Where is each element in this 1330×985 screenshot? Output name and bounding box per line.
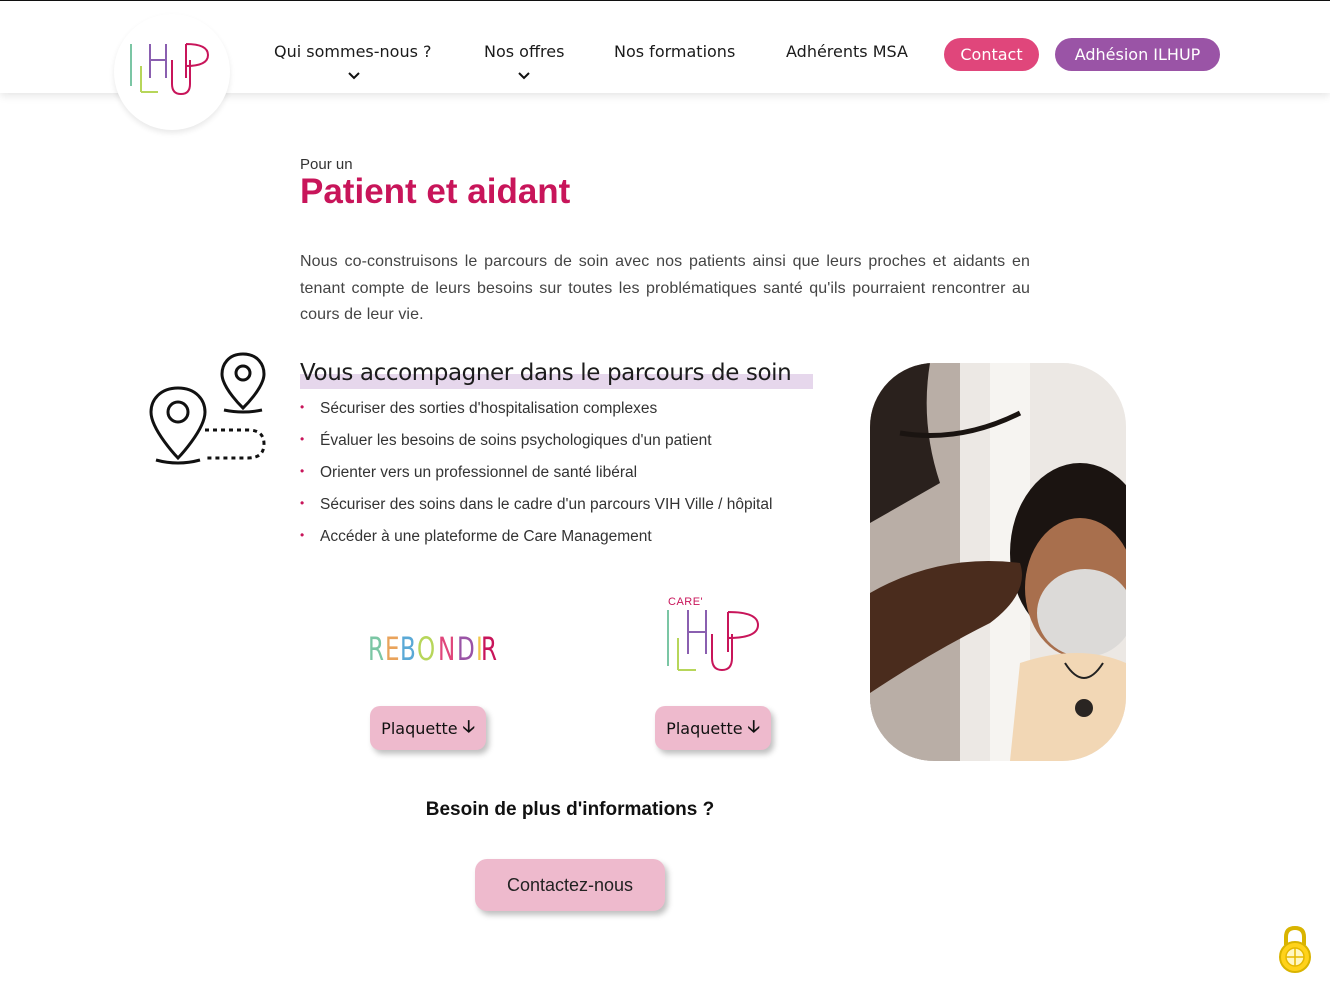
rebondir-brochure-button[interactable]: Plaquette 🡣 <box>370 706 486 750</box>
arrow-down-icon: 🡣 <box>462 716 475 737</box>
brochure-label: Plaquette <box>666 718 743 738</box>
section-heading: Vous accompagner dans le parcours de soi… <box>300 360 813 389</box>
nav-item-nos-offres[interactable]: Nos offres <box>484 42 564 61</box>
list-item: Sécuriser des soins dans le cadre d'un p… <box>300 496 772 528</box>
more-info-heading: Besoin de plus d'informations ? <box>425 799 715 820</box>
nav-item-qui-sommes-nous[interactable]: Qui sommes-nous ? <box>274 42 432 61</box>
rebondir-logo: REBONDIR <box>368 630 498 668</box>
chevron-down-icon[interactable] <box>518 72 530 80</box>
arrow-down-icon: 🡣 <box>747 716 760 737</box>
photo-illustration <box>870 363 1126 761</box>
contact-button[interactable]: Contact <box>944 38 1039 71</box>
adhesion-button[interactable]: Adhésion ILHUP <box>1055 38 1220 71</box>
contactez-nous-button[interactable]: Contactez-nous <box>475 859 665 911</box>
page-title: Patient et aidant <box>300 172 571 211</box>
nav-item-nos-formations[interactable]: Nos formations <box>614 42 735 61</box>
services-list: Sécuriser des sorties d'hospitalisation … <box>300 400 772 560</box>
intro-kicker: Pour un <box>300 156 353 173</box>
list-item: Orienter vers un professionnel de santé … <box>300 464 772 496</box>
ilhup-logo <box>130 43 210 96</box>
intro-paragraph: Nous co-construisons le parcours de soin… <box>300 253 1030 323</box>
nav-item-adherents-msa[interactable]: Adhérents MSA <box>786 42 908 61</box>
care-ilhup-brochure-button[interactable]: Plaquette 🡣 <box>655 706 771 750</box>
list-item: Sécuriser des sorties d'hospitalisation … <box>300 400 772 432</box>
logo[interactable] <box>114 14 230 130</box>
ilhup-logo <box>667 610 760 672</box>
list-item: Accéder à une plateforme de Care Managem… <box>300 528 772 560</box>
care-text: CARE' <box>668 596 704 608</box>
brochure-label: Plaquette <box>381 718 458 738</box>
lock-icon[interactable] <box>1278 925 1312 975</box>
care-ilhup-logo: CARE' <box>664 596 764 677</box>
section-title: Vous accompagner dans le parcours de soi… <box>300 360 792 386</box>
chevron-down-icon[interactable] <box>348 72 360 80</box>
list-item: Évaluer les besoins de soins psychologiq… <box>300 432 772 464</box>
map-pins-route-icon <box>149 352 266 465</box>
child-with-mask-photo <box>870 363 1126 761</box>
